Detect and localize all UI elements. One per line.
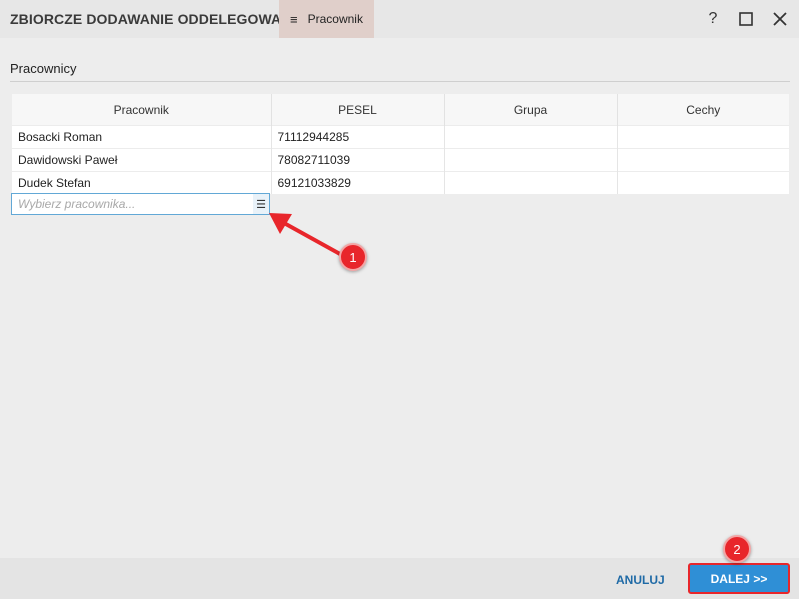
annotation-marker-1: 1 — [339, 243, 367, 271]
next-button[interactable]: DALEJ >> — [688, 563, 790, 594]
annotation-overlay — [269, 213, 342, 256]
cancel-button[interactable]: ANULUJ — [610, 568, 670, 590]
annotation-arrow-1 — [269, 213, 342, 256]
dialog-footer — [0, 558, 799, 599]
annotation-marker-2: 2 — [723, 535, 751, 563]
